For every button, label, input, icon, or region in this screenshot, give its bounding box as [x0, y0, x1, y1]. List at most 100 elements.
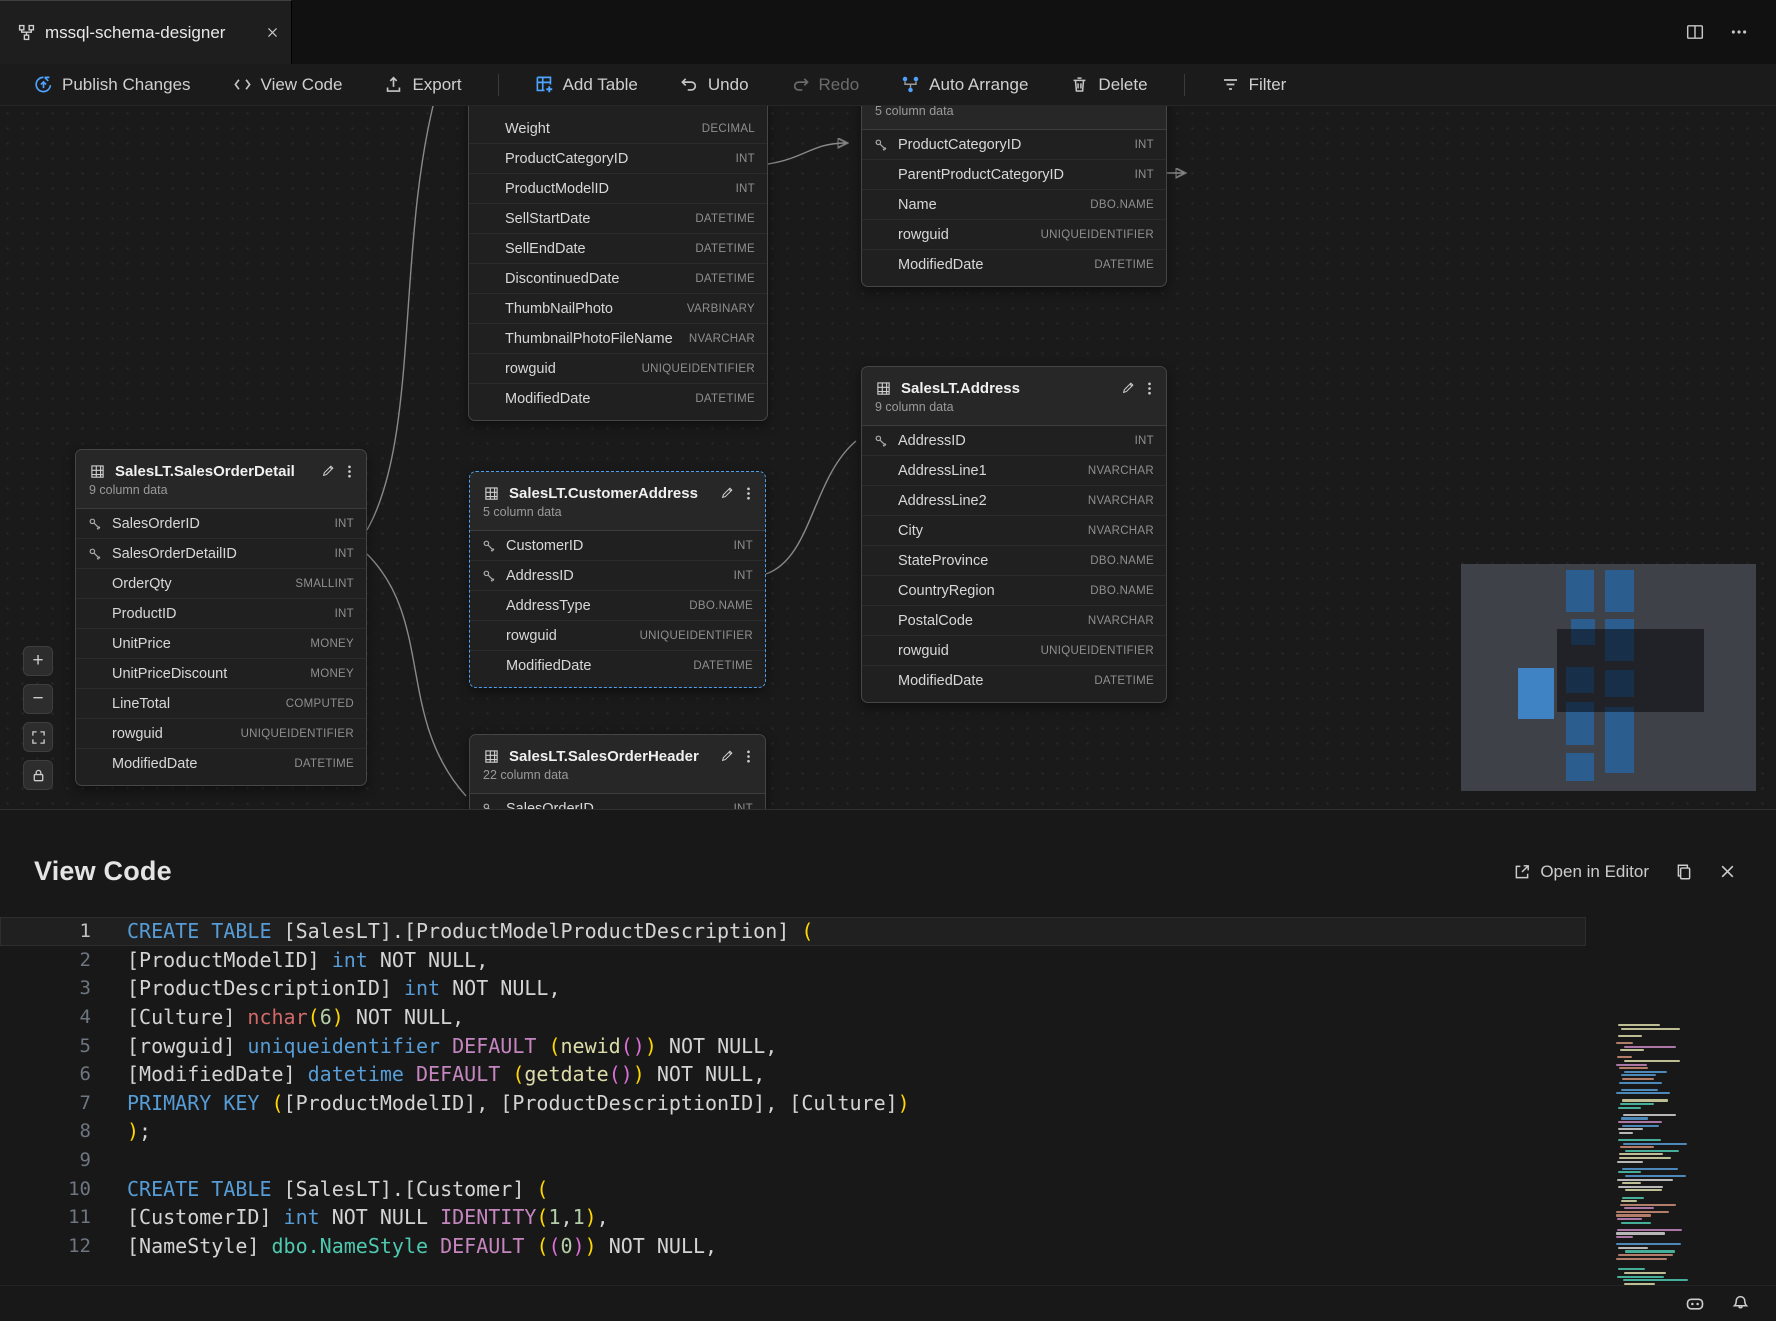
- table-card-sales-order-header[interactable]: SalesLT.SalesOrderHeader22 column dataSa…: [469, 734, 766, 809]
- code-line[interactable]: 1CREATE TABLE [SalesLT].[ProductModelPro…: [0, 917, 1586, 946]
- column-row[interactable]: ProductIDINT: [76, 599, 366, 629]
- table-card-address[interactable]: SalesLT.Address9 column dataAddressIDINT…: [861, 366, 1167, 703]
- code-line[interactable]: 2[ProductModelID] int NOT NULL,: [0, 946, 1586, 975]
- table-card-top-partial[interactable]: WeightDECIMALProductCategoryIDINTProduct…: [468, 106, 768, 421]
- open-in-editor-button[interactable]: Open in Editor: [1513, 862, 1649, 882]
- column-row[interactable]: PostalCodeNVARCHAR: [862, 606, 1166, 636]
- column-row[interactable]: CustomerIDINT: [470, 531, 765, 561]
- column-row[interactable]: rowguidUNIQUEIDENTIFIER: [862, 220, 1166, 250]
- column-row[interactable]: ProductCategoryIDINT: [862, 130, 1166, 160]
- column-name: UnitPrice: [112, 636, 310, 652]
- column-row[interactable]: ThumbnailPhotoFileNameNVARCHAR: [469, 324, 767, 354]
- column-row[interactable]: NameDBO.NAME: [862, 190, 1166, 220]
- table-menu-icon[interactable]: [1145, 381, 1154, 396]
- code-line[interactable]: 5[rowguid] uniqueidentifier DEFAULT (new…: [0, 1031, 1586, 1060]
- column-row[interactable]: SalesOrderIDINT: [76, 509, 366, 539]
- code-line[interactable]: 12[NameStyle] dbo.NameStyle DEFAULT ((0)…: [0, 1232, 1586, 1261]
- column-row[interactable]: UnitPriceDiscountMONEY: [76, 659, 366, 689]
- close-panel-icon[interactable]: [1719, 863, 1736, 880]
- copilot-icon[interactable]: [1685, 1294, 1705, 1314]
- filter-button[interactable]: Filter: [1205, 70, 1303, 100]
- code-minimap[interactable]: [1614, 1024, 1688, 1285]
- column-row[interactable]: SalesOrderIDINT: [470, 794, 765, 809]
- redo-button[interactable]: Redo: [775, 70, 876, 100]
- column-row[interactable]: CountryRegionDBO.NAME: [862, 576, 1166, 606]
- column-row[interactable]: SellStartDateDATETIME: [469, 204, 767, 234]
- zoom-in-button[interactable]: +: [23, 646, 53, 676]
- column-row[interactable]: ProductModelIDINT: [469, 174, 767, 204]
- code-line[interactable]: 4[Culture] nchar(6) NOT NULL,: [0, 1003, 1586, 1032]
- edit-table-icon[interactable]: [718, 749, 736, 763]
- column-row[interactable]: StateProvinceDBO.NAME: [862, 546, 1166, 576]
- table-subtitle: 9 column data: [874, 400, 1154, 418]
- column-row[interactable]: AddressLine2NVARCHAR: [862, 486, 1166, 516]
- column-row[interactable]: DiscontinuedDateDATETIME: [469, 264, 767, 294]
- code-line[interactable]: 6[ModifiedDate] datetime DEFAULT (getdat…: [0, 1060, 1586, 1089]
- code-line[interactable]: 3[ProductDescriptionID] int NOT NULL,: [0, 974, 1586, 1003]
- column-row[interactable]: rowguidUNIQUEIDENTIFIER: [470, 621, 765, 651]
- table-menu-icon[interactable]: [744, 749, 753, 764]
- zoom-out-button[interactable]: −: [23, 684, 53, 714]
- column-row[interactable]: rowguidUNIQUEIDENTIFIER: [469, 354, 767, 384]
- column-row[interactable]: SalesOrderDetailIDINT: [76, 539, 366, 569]
- column-row[interactable]: AddressLine1NVARCHAR: [862, 456, 1166, 486]
- export-button[interactable]: Export: [368, 70, 477, 100]
- canvas-minimap[interactable]: [1461, 564, 1756, 791]
- table-card-customer-address[interactable]: SalesLT.CustomerAddress5 column dataCust…: [469, 471, 766, 688]
- table-menu-icon[interactable]: [345, 464, 354, 479]
- column-name: rowguid: [112, 726, 241, 742]
- table-menu-icon[interactable]: [744, 486, 753, 501]
- code-line[interactable]: 7PRIMARY KEY ([ProductModelID], [Product…: [0, 1089, 1586, 1118]
- column-row[interactable]: UnitPriceMONEY: [76, 629, 366, 659]
- column-row[interactable]: AddressIDINT: [470, 561, 765, 591]
- delete-button[interactable]: Delete: [1054, 70, 1163, 100]
- table-card-top-right-partial[interactable]: 5 column dataProductCategoryIDINTParentP…: [861, 106, 1167, 287]
- schema-canvas[interactable]: WeightDECIMALProductCategoryIDINTProduct…: [0, 106, 1776, 809]
- column-row[interactable]: WeightDECIMAL: [469, 114, 767, 144]
- edit-table-icon[interactable]: [1119, 381, 1137, 395]
- column-row[interactable]: SellEndDateDATETIME: [469, 234, 767, 264]
- toolbar-divider: [498, 74, 499, 96]
- split-editor-icon[interactable]: [1686, 23, 1704, 41]
- edit-table-icon[interactable]: [319, 464, 337, 478]
- column-row[interactable]: ThumbNailPhotoVARBINARY: [469, 294, 767, 324]
- column-row[interactable]: rowguidUNIQUEIDENTIFIER: [76, 719, 366, 749]
- column-row[interactable]: ModifiedDateDATETIME: [469, 384, 767, 414]
- minimap-code-line: [1614, 1193, 1688, 1195]
- code-line[interactable]: 8);: [0, 1117, 1586, 1146]
- view-code-button[interactable]: View Code: [217, 70, 359, 100]
- publish-changes-button[interactable]: Publish Changes: [18, 70, 207, 100]
- column-row[interactable]: CityNVARCHAR: [862, 516, 1166, 546]
- minimap-viewport[interactable]: [1557, 629, 1704, 712]
- notifications-bell-icon[interactable]: [1731, 1294, 1750, 1313]
- code-token: NOT NULL: [356, 1005, 452, 1029]
- code-token: nchar: [247, 1005, 307, 1029]
- tab-close-icon[interactable]: [266, 26, 279, 39]
- edit-table-icon[interactable]: [718, 486, 736, 500]
- table-card-sales-order-detail[interactable]: SalesLT.SalesOrderDetail9 column dataSal…: [75, 449, 367, 786]
- code-line[interactable]: 10CREATE TABLE [SalesLT].[Customer] (: [0, 1174, 1586, 1203]
- column-row[interactable]: ModifiedDateDATETIME: [862, 250, 1166, 280]
- undo-button[interactable]: Undo: [664, 70, 765, 100]
- column-row[interactable]: ProductCategoryIDINT: [469, 144, 767, 174]
- more-actions-icon[interactable]: [1730, 23, 1748, 41]
- auto-arrange-button[interactable]: Auto Arrange: [885, 70, 1044, 100]
- add-table-button[interactable]: Add Table: [519, 70, 654, 100]
- copy-code-icon[interactable]: [1675, 863, 1693, 881]
- code-line[interactable]: 11[CustomerID] int NOT NULL IDENTITY(1,1…: [0, 1203, 1586, 1232]
- column-row[interactable]: ModifiedDateDATETIME: [862, 666, 1166, 696]
- column-row[interactable]: rowguidUNIQUEIDENTIFIER: [862, 636, 1166, 666]
- tab-mssql-schema-designer[interactable]: mssql-schema-designer: [0, 0, 292, 64]
- column-row[interactable]: LineTotalCOMPUTED: [76, 689, 366, 719]
- code-line[interactable]: 9: [0, 1146, 1586, 1175]
- column-row[interactable]: AddressTypeDBO.NAME: [470, 591, 765, 621]
- fit-view-button[interactable]: [23, 722, 53, 752]
- table-title-row: SalesLT.SalesOrderDetail: [88, 459, 354, 483]
- column-row[interactable]: ModifiedDateDATETIME: [470, 651, 765, 681]
- lock-button[interactable]: [23, 760, 53, 790]
- column-row[interactable]: OrderQtySMALLINT: [76, 569, 366, 599]
- column-name: rowguid: [898, 643, 1041, 659]
- column-row[interactable]: ModifiedDateDATETIME: [76, 749, 366, 779]
- column-row[interactable]: AddressIDINT: [862, 426, 1166, 456]
- column-row[interactable]: ParentProductCategoryIDINT: [862, 160, 1166, 190]
